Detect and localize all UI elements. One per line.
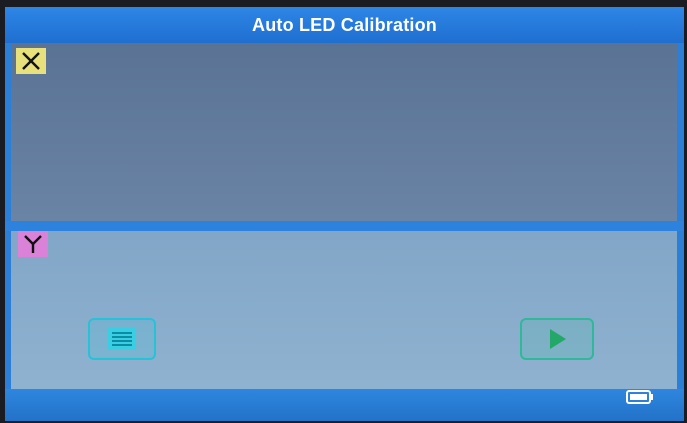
list-menu-icon	[108, 328, 136, 350]
menu-button[interactable]	[88, 318, 156, 360]
screen-title: Auto LED Calibration	[252, 14, 437, 35]
start-button[interactable]	[520, 318, 594, 360]
panel-divider	[5, 221, 684, 231]
x-panel	[11, 43, 677, 221]
x-badge	[16, 48, 46, 74]
x-icon	[22, 52, 40, 70]
bottom-bar	[5, 389, 684, 421]
play-icon	[550, 329, 566, 349]
y-badge	[18, 231, 48, 257]
y-icon	[24, 235, 42, 253]
battery-indicator	[626, 389, 654, 405]
battery-icon	[626, 390, 653, 404]
y-panel	[11, 231, 677, 389]
title-bar: Auto LED Calibration	[5, 7, 684, 43]
